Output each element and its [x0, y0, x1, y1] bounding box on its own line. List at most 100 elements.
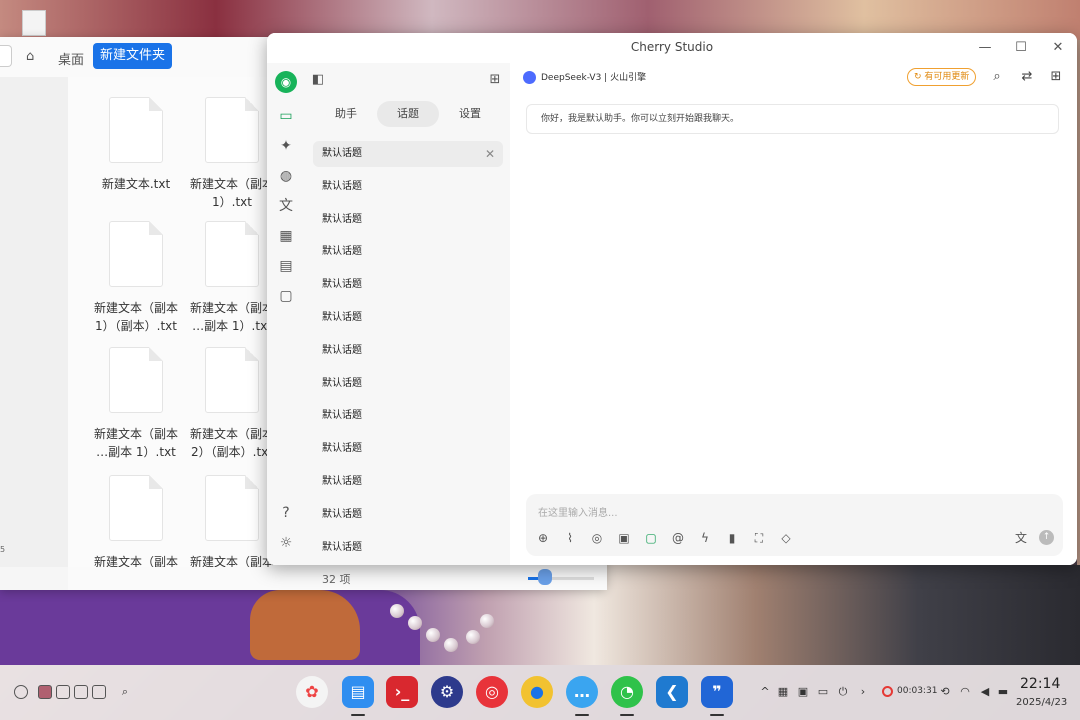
close-topic-icon[interactable]: ✕: [485, 141, 495, 167]
power-icon[interactable]: ⏻: [836, 685, 850, 699]
new-topic-icon[interactable]: ⊕: [535, 530, 551, 546]
close-icon[interactable]: ✕: [1048, 39, 1068, 57]
search-icon[interactable]: ⌕: [118, 685, 132, 699]
topic-item[interactable]: 默认话题: [313, 469, 503, 495]
topic-item[interactable]: 默认话题: [313, 239, 503, 265]
text-file-icon: [109, 221, 163, 287]
quick-phrase-icon[interactable]: ϟ: [697, 530, 713, 546]
volume-icon[interactable]: ◀: [978, 685, 992, 699]
settings-gear-icon[interactable]: ⚙: [275, 562, 297, 565]
chrome-icon[interactable]: ●: [521, 676, 553, 708]
topic-item[interactable]: 默认话题: [313, 371, 503, 397]
message-composer[interactable]: 在这里输入消息... ⊕ ⌇ ◎ ▣ ▢ @ ϟ ▮ ⛶ ◇ 文 ↑: [526, 494, 1063, 556]
wechat-icon[interactable]: ◔: [611, 676, 643, 708]
home-icon[interactable]: ⌂: [26, 49, 34, 64]
keyboard-icon[interactable]: ▦: [776, 685, 790, 699]
send-button[interactable]: ↑: [1039, 530, 1054, 545]
expand-icon[interactable]: ⛶: [751, 530, 767, 546]
file-name: 新建文本（副本: [93, 555, 178, 567]
vscode-icon[interactable]: ❮: [656, 676, 688, 708]
topic-item[interactable]: 默认话题: [313, 403, 503, 429]
knowledge-icon[interactable]: ▣: [616, 530, 632, 546]
topic-item[interactable]: 默认话题: [313, 436, 503, 462]
zoom-slider-knob[interactable]: [538, 569, 552, 585]
chat-icon[interactable]: ▭: [275, 105, 297, 127]
display-icon[interactable]: ▬: [996, 685, 1010, 699]
workspace-thumbnail[interactable]: [38, 685, 52, 699]
back-button[interactable]: [0, 45, 12, 67]
file-item[interactable]: 新建文本（副本: [86, 475, 186, 567]
tab-settings[interactable]: 设置: [439, 101, 501, 127]
breadcrumb-current-folder[interactable]: 新建文件夹: [93, 43, 173, 69]
avatar[interactable]: ◉: [275, 71, 297, 93]
battery-icon[interactable]: ▭: [816, 685, 830, 699]
launcher-icon[interactable]: ✿: [296, 676, 328, 708]
topic-list: 默认话题 ✕ 默认话题 默认话题 默认话题 默认话题 默认话题 默认话题 默认话题 默认话题 默认话…: [313, 141, 503, 565]
topic-item[interactable]: 默认话题: [313, 174, 503, 200]
files-icon[interactable]: ▤: [275, 255, 297, 277]
workspace-2[interactable]: [56, 685, 70, 699]
apps-icon[interactable]: ▦: [275, 225, 297, 247]
topic-item[interactable]: 默认话题: [313, 272, 503, 298]
item-count: 32 项: [322, 573, 351, 586]
topic-label: 默认话题: [322, 344, 362, 356]
message-input[interactable]: 在这里输入消息...: [538, 504, 618, 519]
file-manager-icon[interactable]: ▤: [342, 676, 374, 708]
sidebar-toggle-icon[interactable]: ◧: [309, 71, 327, 89]
show-desktop-icon[interactable]: [14, 685, 28, 699]
tray-expand-icon[interactable]: ^: [758, 685, 772, 699]
tab-assistant[interactable]: 助手: [315, 101, 377, 127]
forward-icon[interactable]: ›: [856, 685, 870, 699]
eraser-icon[interactable]: ◇: [778, 530, 794, 546]
theme-icon[interactable]: ☼: [275, 532, 297, 554]
web-search-icon[interactable]: ◎: [589, 530, 605, 546]
folder-icon[interactable]: ▢: [275, 285, 297, 307]
clear-icon[interactable]: ▮: [724, 530, 740, 546]
translate-icon[interactable]: 文: [275, 195, 297, 217]
text-file-icon: [109, 97, 163, 163]
layout-icon[interactable]: ⇄: [1018, 68, 1036, 86]
new-topic-icon[interactable]: ⊞: [486, 71, 504, 89]
recording-icon[interactable]: [882, 686, 893, 697]
desktop-file-icon[interactable]: [22, 10, 46, 36]
topic-item[interactable]: 默认话题: [313, 502, 503, 528]
translate-icon[interactable]: 文: [1013, 530, 1029, 546]
search-icon[interactable]: ⌕: [988, 68, 1006, 86]
clock-date[interactable]: 2025/4/23: [1016, 697, 1067, 708]
attachment-icon[interactable]: ⌇: [562, 530, 578, 546]
netease-music-icon[interactable]: ◎: [476, 676, 508, 708]
clipboard-icon[interactable]: ▣: [796, 685, 810, 699]
workspace-4[interactable]: [92, 685, 106, 699]
file-item[interactable]: 新建文本（副本 1）（副本）.txt: [86, 221, 186, 335]
network-icon[interactable]: ⟲: [938, 685, 952, 699]
model-selector[interactable]: DeepSeek-V3 | 火山引擎: [523, 69, 646, 87]
topic-item[interactable]: 默认话题: [313, 535, 503, 561]
clock-time[interactable]: 22:14: [1020, 676, 1060, 692]
grid-icon[interactable]: ⊞: [1047, 68, 1065, 86]
topic-item[interactable]: 默认话题: [313, 305, 503, 331]
nav-rail: ◉ ▭ ✦ ◍ 文 ▦ ▤ ▢ ? ☼ ⚙: [267, 63, 305, 565]
update-available-badge[interactable]: ↻ 有可用更新: [907, 68, 977, 86]
topic-item[interactable]: 默认话题 ✕: [313, 141, 503, 167]
terminal-icon[interactable]: ›_: [386, 676, 418, 708]
chat-app-icon[interactable]: …: [566, 676, 598, 708]
settings-app-icon[interactable]: ⚙: [431, 676, 463, 708]
file-item[interactable]: 新建文本（副本 …副本 1）.txt: [86, 347, 186, 461]
file-item[interactable]: 新建文本.txt: [86, 97, 186, 193]
breadcrumb-desktop[interactable]: 桌面: [58, 49, 84, 68]
wifi-icon[interactable]: ◠: [958, 685, 972, 699]
topic-item[interactable]: 默认话题: [313, 338, 503, 364]
tab-topics[interactable]: 话题: [377, 101, 439, 127]
help-icon[interactable]: ?: [275, 502, 297, 524]
palette-icon[interactable]: ◍: [275, 165, 297, 187]
minimize-icon[interactable]: —: [975, 39, 995, 57]
window-title: Cherry Studio: [630, 40, 714, 54]
topic-item[interactable]: 默认话题: [313, 207, 503, 233]
sparkle-icon[interactable]: ✦: [275, 135, 297, 157]
mention-icon[interactable]: @: [670, 530, 686, 546]
mcp-icon[interactable]: ▢: [643, 530, 659, 546]
maximize-icon[interactable]: ☐: [1011, 39, 1031, 57]
workspace-3[interactable]: [74, 685, 88, 699]
cherry-studio-icon[interactable]: ❞: [701, 676, 733, 708]
chat-area: DeepSeek-V3 | 火山引擎 ↻ 有可用更新 ⌕ ⇄ ⊞ 你好，我是默认…: [510, 63, 1077, 565]
